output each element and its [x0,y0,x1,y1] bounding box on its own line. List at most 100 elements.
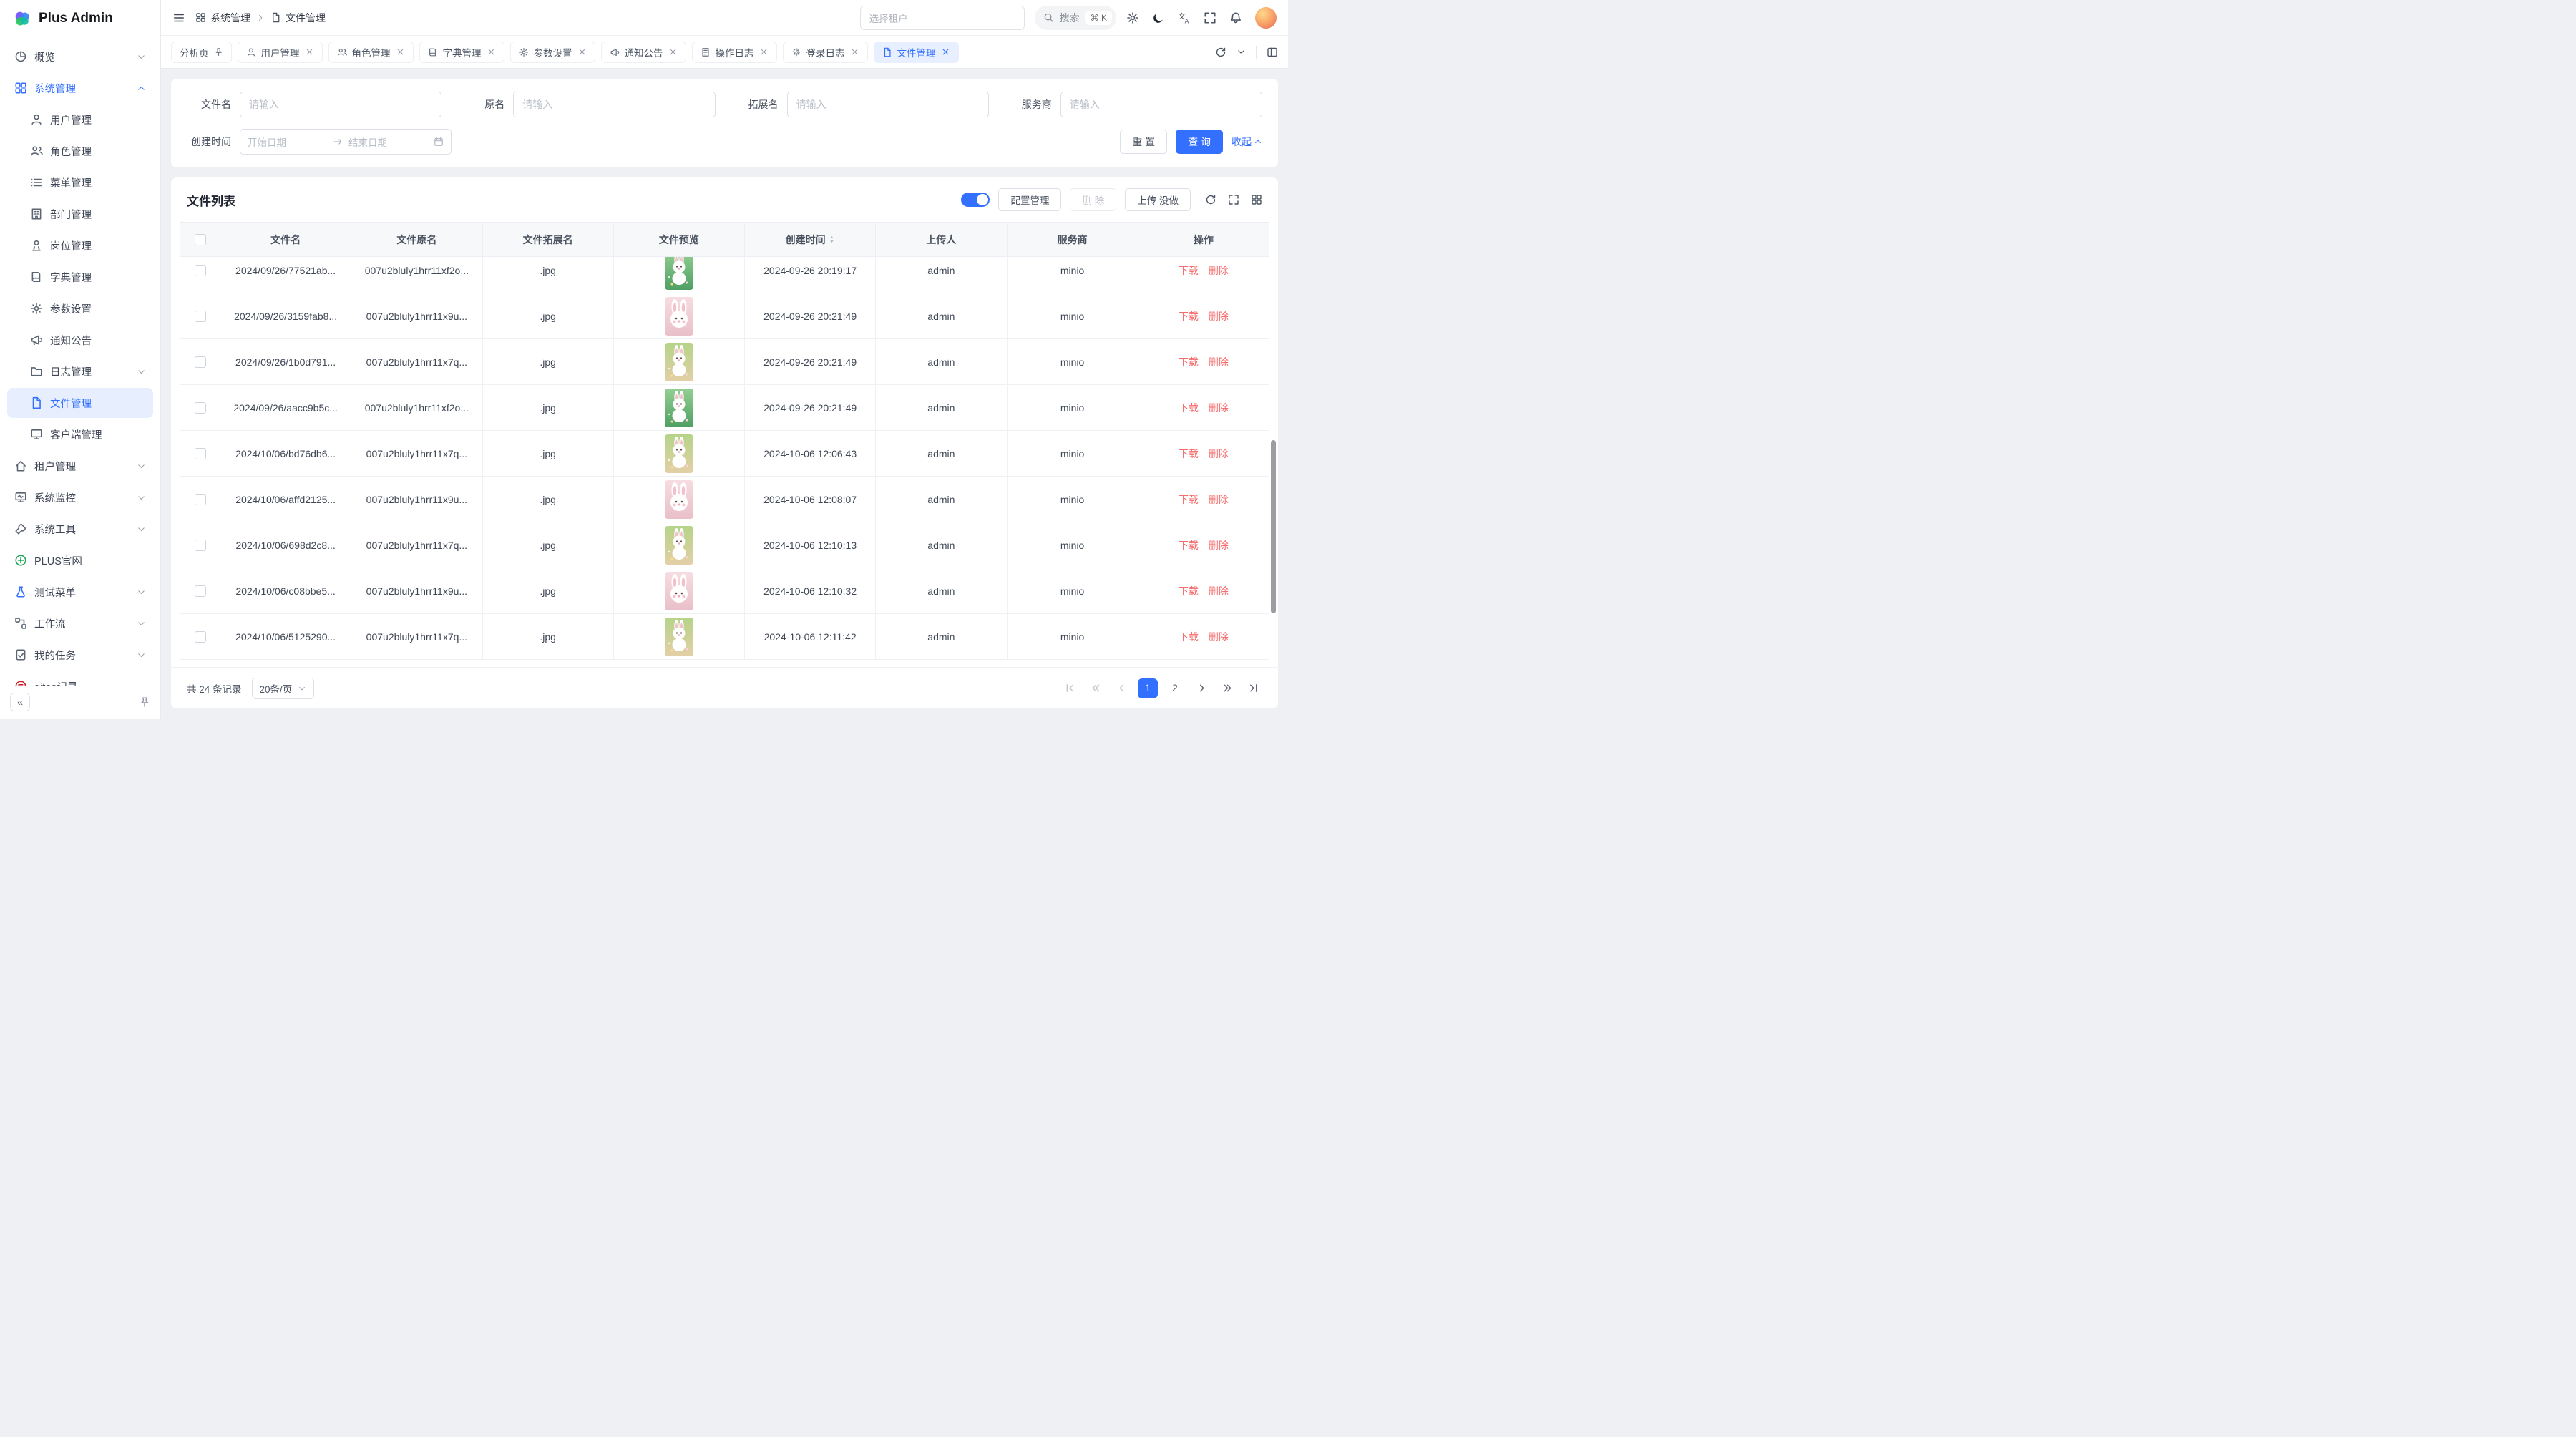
delete-link[interactable]: 删除 [1209,494,1229,505]
sidebar-item-dept[interactable]: 部门管理 [7,199,153,229]
sort-icon[interactable] [829,235,835,244]
column-settings-icon[interactable] [1251,194,1262,205]
page-size-select[interactable]: 20条/页 [252,678,315,699]
delete-link[interactable]: 删除 [1209,265,1229,276]
table-fullscreen-icon[interactable] [1228,194,1239,205]
row-checkbox[interactable] [195,311,206,322]
row-checkbox[interactable] [195,631,206,643]
close-icon[interactable] [759,47,769,57]
sidebar-item-test-menu[interactable]: 测试菜单 [7,577,153,607]
download-link[interactable]: 下载 [1179,585,1199,597]
collapse-filters-link[interactable]: 收起 [1231,135,1262,149]
tab-menu-chevron-icon[interactable] [1236,47,1246,57]
tab-通知公告[interactable]: 通知公告 [601,42,686,63]
sidebar-item-role[interactable]: 角色管理 [7,136,153,166]
download-link[interactable]: 下载 [1179,448,1199,459]
file-preview-image[interactable] [665,343,693,381]
dark-mode-icon[interactable] [1152,11,1165,24]
file-preview-image[interactable] [665,389,693,427]
delete-link[interactable]: 删除 [1209,356,1229,368]
close-icon[interactable] [396,47,405,57]
close-icon[interactable] [941,47,950,57]
tenant-select[interactable]: 选择租户 [860,6,1025,30]
config-manage-button[interactable]: 配置管理 [998,188,1061,211]
tab-登录日志[interactable]: 登录日志 [783,42,868,63]
settings-gear-icon[interactable] [1126,11,1139,24]
row-checkbox[interactable] [195,448,206,459]
pin-icon[interactable] [214,47,223,57]
file-preview-image[interactable] [665,526,693,565]
download-link[interactable]: 下载 [1179,265,1199,276]
sidebar-item-post[interactable]: 岗位管理 [7,230,153,260]
extension-input[interactable] [787,92,989,117]
tab-字典管理[interactable]: 字典管理 [419,42,504,63]
row-checkbox[interactable] [195,265,206,276]
file-preview-image[interactable] [665,480,693,519]
sidebar-item-sys-monitor[interactable]: 系统监控 [7,482,153,512]
refresh-tab-icon[interactable] [1215,47,1226,58]
tab-文件管理[interactable]: 文件管理 [874,42,959,63]
sidebar-item-dict[interactable]: 字典管理 [7,262,153,292]
tab-操作日志[interactable]: 操作日志 [692,42,777,63]
sidebar-item-param[interactable]: 参数设置 [7,293,153,323]
sidebar-item-plus-site[interactable]: PLUS官网 [7,545,153,575]
sidebar-collapse-button[interactable]: « [10,693,30,711]
download-link[interactable]: 下载 [1179,402,1199,414]
close-icon[interactable] [577,47,587,57]
avatar[interactable] [1255,7,1277,29]
pin-icon[interactable] [139,696,150,708]
delete-link[interactable]: 删除 [1209,402,1229,414]
close-icon[interactable] [850,47,859,57]
row-checkbox[interactable] [195,356,206,368]
language-icon[interactable]: 文A [1178,11,1191,24]
close-icon[interactable] [487,47,496,57]
refresh-table-icon[interactable] [1205,194,1216,205]
file-preview-image[interactable] [665,257,693,290]
sidebar-item-gitee[interactable]: gitee记录 [7,671,153,686]
sidebar-item-sys-tools[interactable]: 系统工具 [7,514,153,544]
sidebar-item-file[interactable]: 文件管理 [7,388,153,418]
prev-5-pages-button[interactable] [1086,679,1105,698]
row-checkbox[interactable] [195,585,206,597]
batch-delete-button[interactable]: 删 除 [1070,188,1116,211]
tab-用户管理[interactable]: 用户管理 [238,42,323,63]
sidebar-item-tenant[interactable]: 租户管理 [7,451,153,481]
next-5-pages-button[interactable] [1218,679,1236,698]
last-page-button[interactable] [1244,679,1262,698]
layout-panel-icon[interactable] [1267,47,1278,58]
sidebar-item-client[interactable]: 客户端管理 [7,419,153,449]
row-checkbox[interactable] [195,540,206,551]
close-icon[interactable] [305,47,314,57]
row-checkbox[interactable] [195,494,206,505]
select-all-checkbox[interactable] [195,234,206,245]
reset-button[interactable]: 重 置 [1120,130,1167,154]
sidebar-item-notice[interactable]: 通知公告 [7,325,153,355]
breadcrumb-item-file[interactable]: 文件管理 [270,11,326,25]
delete-link[interactable]: 删除 [1209,585,1229,597]
page-1-button[interactable]: 1 [1138,678,1158,698]
fullscreen-icon[interactable] [1204,11,1216,24]
breadcrumb-item-system[interactable]: 系统管理 [195,11,250,25]
download-link[interactable]: 下载 [1179,494,1199,505]
page-2-button[interactable]: 2 [1165,678,1185,698]
upload-button[interactable]: 上传 没做 [1125,188,1191,211]
download-link[interactable]: 下载 [1179,311,1199,322]
sidebar-item-overview[interactable]: 概览 [7,42,153,72]
delete-link[interactable]: 删除 [1209,448,1229,459]
search-button[interactable]: 查 询 [1176,130,1223,154]
download-link[interactable]: 下载 [1179,631,1199,643]
prev-page-button[interactable] [1112,679,1131,698]
provider-input[interactable] [1060,92,1262,117]
app-logo[interactable]: Plus Admin [0,0,160,37]
original-name-input[interactable] [513,92,715,117]
tab-分析页[interactable]: 分析页 [171,42,232,63]
delete-link[interactable]: 删除 [1209,540,1229,551]
sidebar-item-system[interactable]: 系统管理 [7,73,153,103]
next-page-button[interactable] [1192,679,1211,698]
file-preview-image[interactable] [665,572,693,610]
sidebar-toggle-icon[interactable] [172,11,185,24]
tab-角色管理[interactable]: 角色管理 [328,42,414,63]
file-preview-image[interactable] [665,297,693,336]
notification-bell-icon[interactable] [1229,11,1242,24]
file-preview-image[interactable] [665,618,693,656]
